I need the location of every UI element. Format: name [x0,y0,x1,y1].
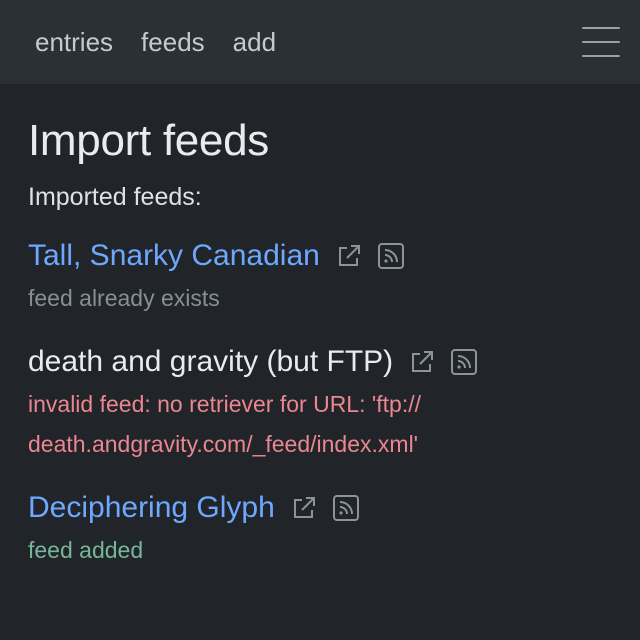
hamburger-menu-icon[interactable] [582,27,620,57]
nav-links: entries feeds add [28,29,297,55]
feed-status: feed already exists [28,284,220,311]
feed-error-line-2: death.andgravity.com/_feed/index.xml' [28,430,419,457]
feed-title-row: death and gravity (but FTP) [28,340,612,384]
rss-feed-icon[interactable] [449,347,479,377]
navbar: entries feeds add [0,0,640,84]
external-link-icon[interactable] [289,493,319,523]
hamburger-line [582,27,620,29]
nav-link-feeds[interactable]: feeds [141,29,205,55]
external-link-icon[interactable] [334,241,364,271]
feed-status: feed added [28,536,144,563]
nav-link-entries[interactable]: entries [35,29,113,55]
feed-error-line-1: invalid feed: no retriever for URL: 'ftp… [28,390,422,417]
nav-link-add[interactable]: add [233,29,276,55]
rss-feed-icon[interactable] [331,493,361,523]
feed-title-row: Tall, Snarky Canadian [28,234,612,278]
feed-item: death and gravity (but FTP) invalid feed… [28,340,612,464]
feed-item: Deciphering Glyph feed added [28,486,612,570]
feed-title-row: Deciphering Glyph [28,486,612,530]
feed-title: death and gravity (but FTP) [28,344,394,378]
feed-title-link[interactable]: Deciphering Glyph [28,492,275,523]
hamburger-line [582,41,620,43]
feed-item: Tall, Snarky Canadian feed already exist… [28,234,612,318]
page-title: Import feeds [28,116,269,165]
main-content: Import feeds Imported feeds: Tall, Snark… [0,84,640,570]
hamburger-line [582,55,620,57]
external-link-icon[interactable] [407,347,437,377]
rss-feed-icon[interactable] [376,241,406,271]
imported-feeds-heading: Imported feeds: [28,182,202,211]
feed-title-link[interactable]: Tall, Snarky Canadian [28,240,320,271]
